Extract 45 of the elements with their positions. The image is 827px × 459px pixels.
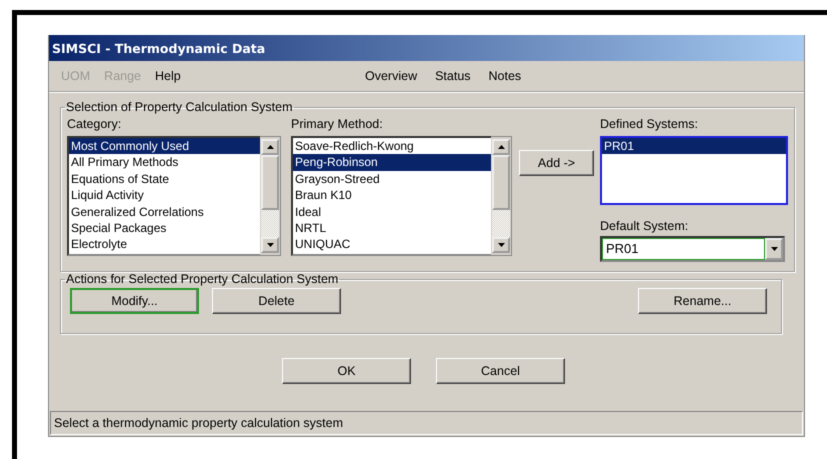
menu-item[interactable]: Status [431, 69, 475, 83]
menu-item[interactable]: Help [151, 69, 185, 83]
status-text: Select a thermodynamic property calculation system [54, 416, 344, 430]
field-label: Primary Method: [291, 117, 384, 133]
scroll-up-icon[interactable] [261, 139, 279, 155]
group-title: Selection of Property Calculation System [65, 100, 294, 114]
scroll-down-icon[interactable] [261, 237, 279, 253]
action-button[interactable]: Delete [212, 288, 341, 314]
scrollbar[interactable] [491, 136, 512, 256]
list-item[interactable]: PR01 [602, 138, 786, 154]
scrollbar-thumb[interactable] [492, 155, 510, 210]
list-item[interactable]: Braun K10 [293, 187, 491, 204]
list-item[interactable]: Soave-Redlich-Kwong [293, 138, 491, 154]
list-item[interactable]: Ideal [293, 204, 491, 220]
list-item[interactable]: Liquid Activity [69, 187, 260, 204]
list-item[interactable]: Peng-Robinson [293, 154, 491, 171]
list-item[interactable]: NRTL [293, 220, 491, 236]
list-item[interactable]: Generalized Correlations [69, 204, 260, 220]
dialog-button[interactable]: OK [282, 358, 411, 384]
group-title: Actions for Selected Property Calculation System [65, 272, 340, 286]
scroll-down-icon[interactable] [492, 237, 510, 253]
list-item[interactable]: Most Commonly Used [69, 138, 260, 154]
field-label: Category: [67, 117, 122, 133]
action-button[interactable]: Rename... [638, 288, 767, 314]
list-item[interactable]: UNIQUAC [293, 236, 491, 253]
menu-item[interactable]: Notes [484, 69, 526, 83]
defined-systems-list[interactable]: PR01 [600, 136, 788, 205]
field-label: Defined Systems: [600, 117, 699, 133]
default-system-dropdown[interactable]: PR01 [600, 236, 785, 262]
scrollbar-thumb[interactable] [261, 155, 279, 210]
field-label: Default System: [600, 219, 690, 235]
scrollbar[interactable] [260, 136, 281, 256]
menu-item[interactable]: Overview [361, 69, 422, 83]
scroll-up-icon[interactable] [492, 139, 510, 155]
action-button[interactable]: Modify... [70, 288, 199, 314]
list-item[interactable]: All Primary Methods [69, 154, 260, 171]
method-list[interactable]: Soave-Redlich-Kwong Peng-Robinson Grayson-Streed Braun K10 Ideal NRTL UNIQUAC [291, 136, 491, 256]
list-item[interactable]: Grayson-Streed [293, 170, 491, 188]
dialog-button[interactable]: Cancel [436, 358, 565, 384]
list-item[interactable]: Equations of State [69, 170, 260, 188]
add-button[interactable]: Add -> [519, 150, 594, 176]
list-item[interactable]: Electrolyte [69, 236, 260, 253]
window-title: SIMSCI - Thermodynamic Data [52, 40, 266, 56]
list-item[interactable]: Special Packages [69, 220, 260, 236]
category-list[interactable]: Most Commonly Used All Primary Methods Equations of State Liquid Activity Generalized Correlations Special Packages Electrolyte [67, 136, 260, 256]
